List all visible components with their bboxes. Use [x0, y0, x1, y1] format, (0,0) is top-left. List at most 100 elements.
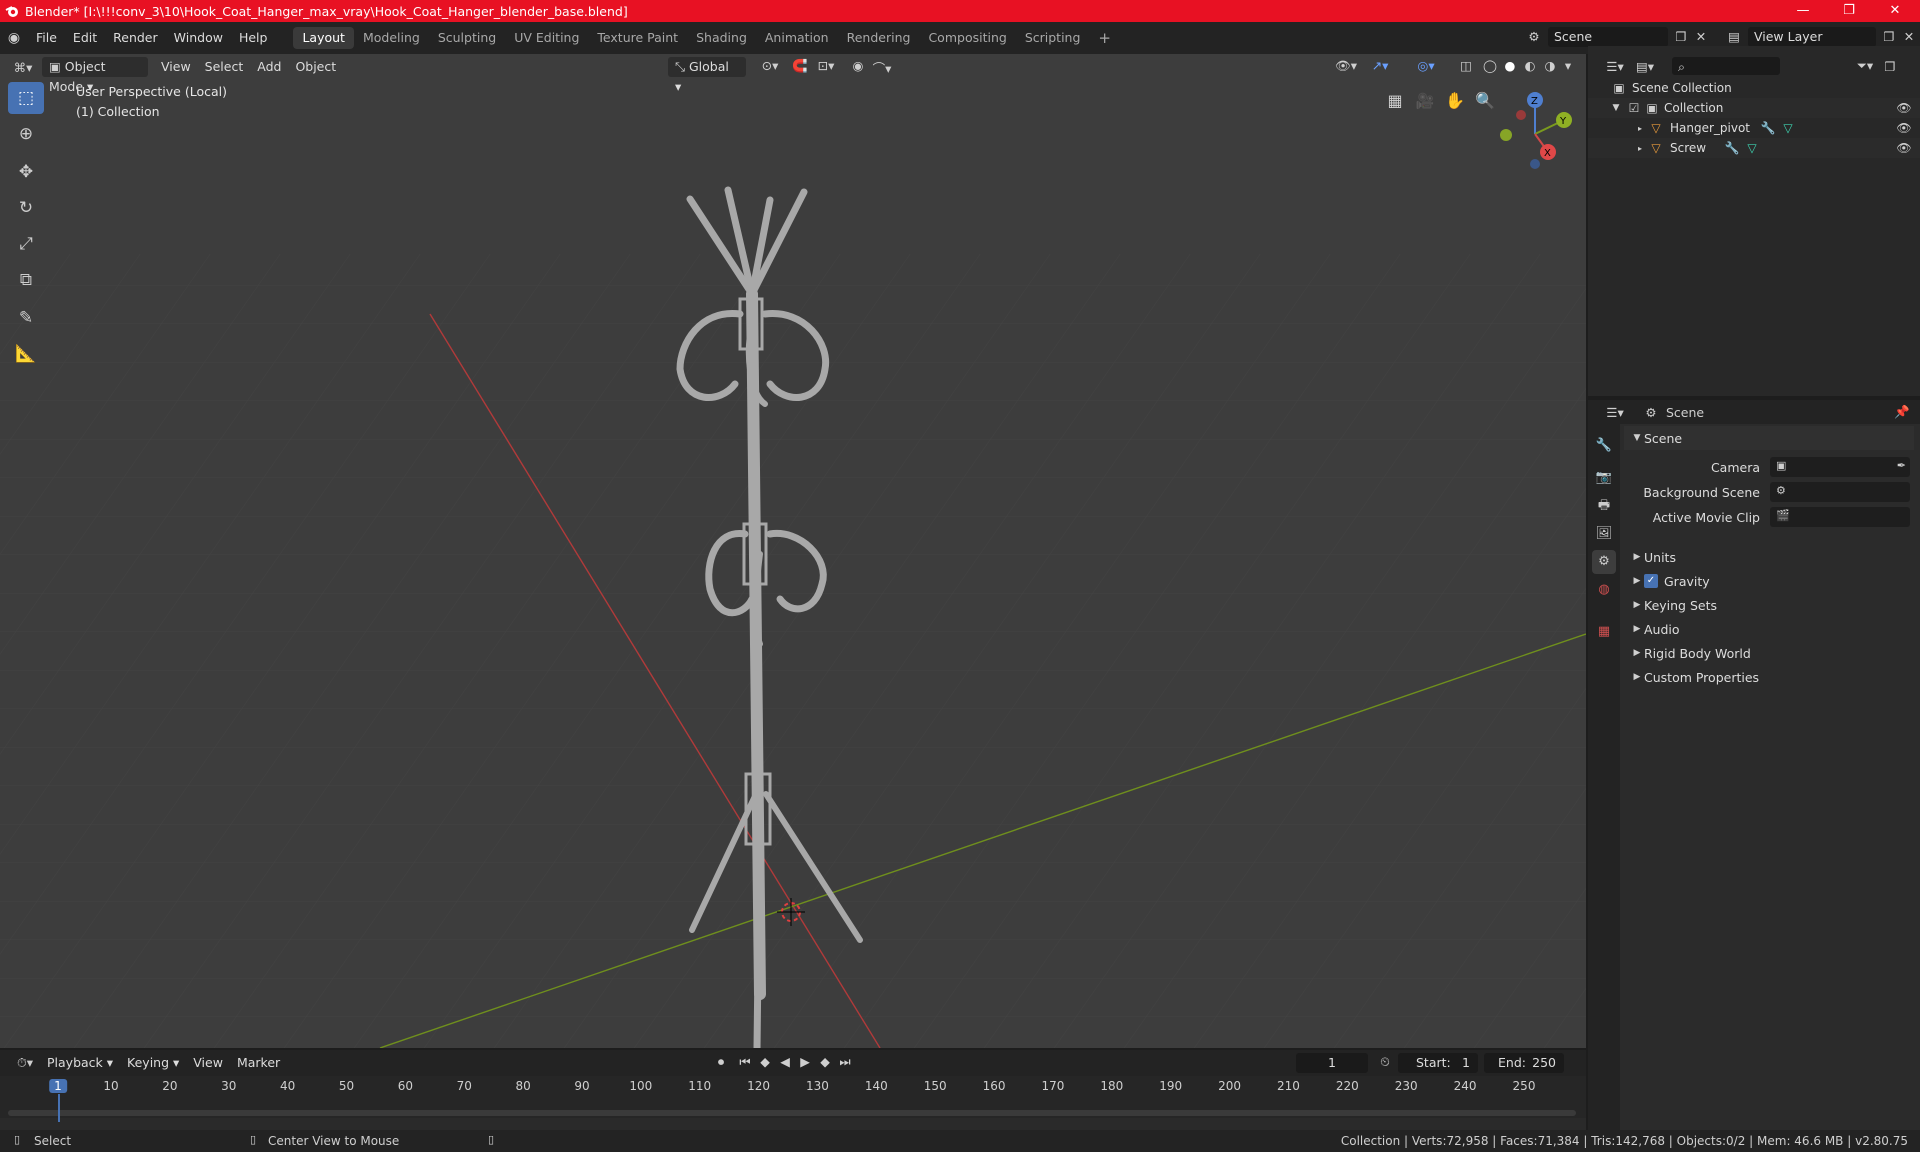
active-movie-clip-field[interactable]: 🎬 [1770, 507, 1910, 527]
view-layer-selector[interactable]: ▤ View Layer ❐ ✕ [1724, 27, 1916, 47]
tab-rendering[interactable]: Rendering [838, 27, 920, 49]
viewport-menu-object[interactable]: Object [288, 57, 343, 77]
modifier-wrench-icon[interactable]: 🔧 [1724, 141, 1740, 155]
display-mode-icon[interactable]: ▤▾ [1630, 59, 1660, 74]
tab-sculpting[interactable]: Sculpting [429, 27, 505, 49]
gizmo-toggle-icon[interactable]: ↗▾ [1366, 58, 1394, 73]
timeline-editor-type-icon[interactable]: ⏱▾ [10, 1055, 40, 1071]
maximize-icon[interactable]: ❐ [1826, 0, 1872, 22]
view-layer-field[interactable]: View Layer [1747, 27, 1876, 47]
pan-hand-icon[interactable]: ✋ [1443, 89, 1467, 113]
menu-file[interactable]: File [28, 27, 65, 49]
3d-viewport[interactable]: User Perspective (Local) (1) Collection … [0, 54, 1586, 1048]
tool-settings-tab-icon[interactable]: 🔧 [1592, 434, 1616, 458]
copy-scene-icon[interactable]: ❐ [1672, 29, 1690, 44]
remove-view-layer-icon[interactable]: ✕ [1902, 29, 1916, 44]
scene-tab-icon[interactable]: ⚙ [1592, 550, 1616, 574]
jump-start-icon[interactable]: ⏮ [736, 1054, 754, 1070]
record-icon[interactable]: ⏺ [712, 1054, 730, 1070]
gravity-checkbox[interactable]: ✓ [1644, 574, 1658, 588]
playhead-line[interactable] [58, 1094, 60, 1122]
transform-tool-icon[interactable]: ⧉ [8, 264, 44, 296]
eyedropper-icon[interactable]: ✒ [1897, 459, 1906, 472]
section-units[interactable]: ▶ Units [1624, 545, 1914, 569]
rendered-shading-icon[interactable]: ◑ [1540, 58, 1560, 73]
toggle-grid-icon[interactable]: ▦ [1383, 89, 1407, 113]
viewport-menu-select[interactable]: Select [198, 57, 251, 77]
xray-icon[interactable]: ◫ [1456, 58, 1476, 73]
mesh-data-icon[interactable]: ▽ [1780, 121, 1796, 135]
scene-field[interactable]: Scene [1547, 27, 1668, 47]
expand-arrow-icon[interactable]: ▸ [1636, 144, 1644, 153]
material-shading-icon[interactable]: ◐ [1520, 58, 1540, 73]
add-workspace-icon[interactable]: + [1089, 27, 1120, 49]
section-custom-properties[interactable]: ▶ Custom Properties [1624, 665, 1914, 689]
snap-target-icon[interactable]: ⊡▾ [812, 58, 840, 73]
start-frame-field[interactable]: Start: 1 [1398, 1053, 1478, 1073]
section-audio[interactable]: ▶ Audio [1624, 617, 1914, 641]
scale-tool-icon[interactable]: ⤢ [8, 228, 44, 260]
camera-field[interactable]: ▣ ✒ [1770, 457, 1910, 477]
menu-help[interactable]: Help [231, 27, 276, 49]
end-frame-field[interactable]: End: 250 [1484, 1053, 1564, 1073]
overlays-icon[interactable]: ◎▾ [1412, 58, 1440, 73]
snap-icon[interactable]: 🧲 [790, 58, 810, 74]
tab-scripting[interactable]: Scripting [1016, 27, 1090, 49]
visibility-icon[interactable]: 👁▾ [1332, 58, 1360, 74]
play-reverse-icon[interactable]: ◀ [776, 1054, 794, 1069]
tab-animation[interactable]: Animation [756, 27, 838, 49]
camera-view-icon[interactable]: 🎥 [1413, 89, 1437, 113]
outliner-row-screw[interactable]: ▸ ▽ Screw 🔧 ▽ 👁 [1588, 138, 1920, 158]
world-tab-icon[interactable]: ◍ [1592, 578, 1616, 602]
current-frame-field[interactable]: 1 [1296, 1053, 1368, 1073]
viewport-menu-view[interactable]: View [154, 57, 198, 77]
outliner-search-input[interactable]: ⌕ [1672, 57, 1780, 75]
scene-panel-header[interactable]: ▼ Scene [1624, 426, 1914, 450]
jump-keyframe-back-icon[interactable]: ◆ [756, 1054, 774, 1069]
filter-icon[interactable]: ⏷▾ [1850, 58, 1880, 74]
move-tool-icon[interactable]: ✥ [8, 156, 44, 188]
falloff-icon[interactable]: ⌒▾ [868, 58, 896, 77]
timeline-menu-playback[interactable]: Playback ▾ [40, 1053, 120, 1073]
exclude-checkbox-icon[interactable]: ☑ [1626, 101, 1642, 115]
view-layer-tab-icon[interactable]: 🖼 [1592, 522, 1616, 546]
outliner-editor-type-icon[interactable]: ☰▾ [1600, 59, 1630, 74]
menu-edit[interactable]: Edit [65, 27, 105, 49]
viewport-scene[interactable] [0, 54, 1586, 1048]
timeline-menu-marker[interactable]: Marker [230, 1053, 287, 1073]
collection-visibility-eye-icon[interactable]: 👁 [1896, 101, 1912, 115]
menu-render[interactable]: Render [105, 27, 166, 49]
remove-scene-icon[interactable]: ✕ [1694, 29, 1708, 44]
tab-uv-editing[interactable]: UV Editing [505, 27, 588, 49]
solid-shading-icon[interactable]: ● [1500, 58, 1520, 73]
timeline-keyframe-area[interactable] [0, 1098, 1586, 1118]
tab-layout[interactable]: Layout [293, 27, 354, 49]
select-box-icon[interactable]: ⬚ [8, 82, 44, 114]
mode-dropdown[interactable]: ▣ Object Mode ▾ [42, 57, 148, 94]
viewport-menu-add[interactable]: Add [250, 57, 288, 77]
annotate-tool-icon[interactable]: ✎ [8, 302, 44, 334]
play-icon[interactable]: ▶ [796, 1054, 814, 1069]
tab-shading[interactable]: Shading [687, 27, 756, 49]
mesh-data-icon[interactable]: ▽ [1744, 141, 1760, 155]
tab-modeling[interactable]: Modeling [354, 27, 429, 49]
section-gravity[interactable]: ▶ ✓ Gravity [1624, 569, 1914, 593]
shading-options-icon[interactable]: ▾ [1560, 58, 1576, 73]
editor-type-icon[interactable]: ⌘▾ [8, 60, 38, 75]
section-rigid-body-world[interactable]: ▶ Rigid Body World [1624, 641, 1914, 665]
jump-keyframe-forward-icon[interactable]: ◆ [816, 1054, 834, 1069]
rotate-tool-icon[interactable]: ↻ [8, 192, 44, 224]
measure-tool-icon[interactable]: 📐 [8, 338, 44, 370]
jump-end-icon[interactable]: ⏭ [836, 1054, 854, 1070]
object-visibility-eye-icon[interactable]: 👁 [1896, 121, 1912, 135]
timeline-menu-view[interactable]: View [186, 1053, 230, 1073]
cursor-tool-icon[interactable]: ⊕ [8, 118, 44, 150]
blender-menu-icon[interactable]: ◉ [0, 30, 28, 46]
background-scene-field[interactable]: ⚙ [1770, 482, 1910, 502]
timeline-ruler[interactable]: 1 10 20 30 40 50 60 70 80 90 100 110 120 130 140 150 160… [0, 1076, 1586, 1098]
properties-editor-type-icon[interactable]: ☰▾ [1600, 405, 1630, 420]
outliner-row-scene-collection[interactable]: ▣ Scene Collection [1588, 78, 1920, 98]
expand-arrow-icon[interactable]: ▼ [1610, 103, 1622, 113]
transform-orientation-dropdown[interactable]: ⤡ Global ▾ [668, 57, 746, 94]
modifier-wrench-icon[interactable]: 🔧 [1760, 121, 1776, 135]
